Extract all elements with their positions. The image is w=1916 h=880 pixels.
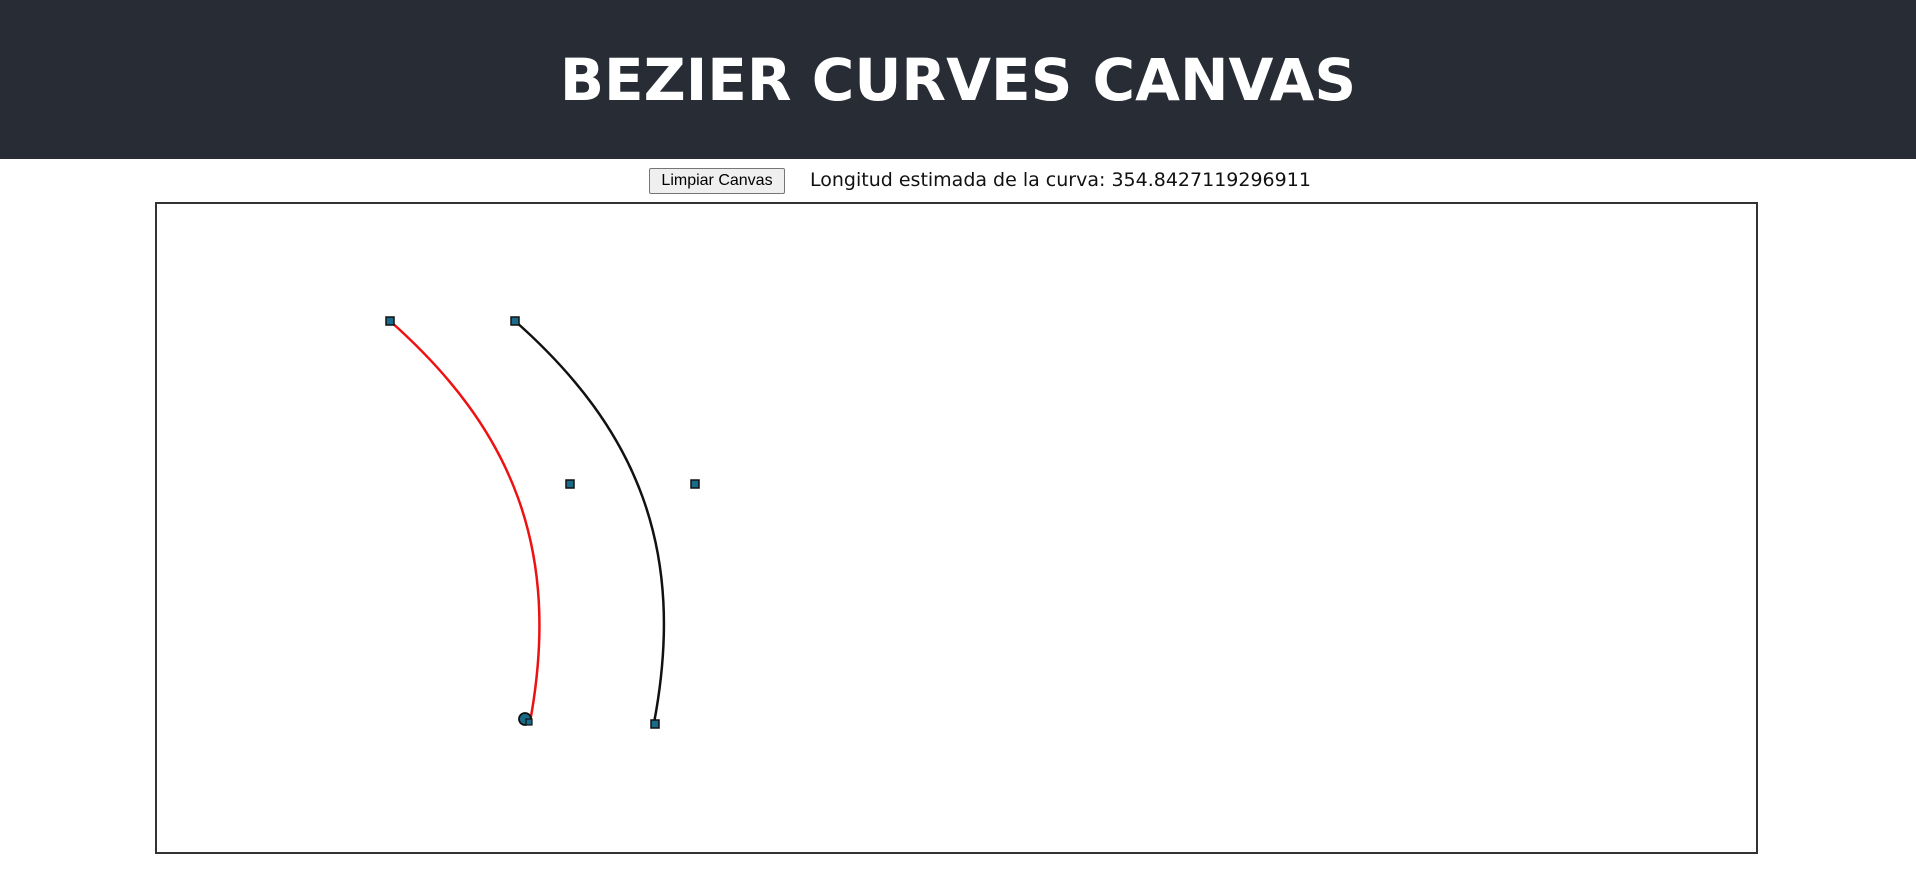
canvas-surface[interactable]: [157, 204, 1756, 852]
drawing-canvas[interactable]: [155, 202, 1758, 854]
page-title: BEZIER CURVES CANVAS: [559, 45, 1357, 114]
clear-canvas-button[interactable]: Limpiar Canvas: [649, 168, 785, 194]
curve-length-label: Longitud estimada de la curva:: [810, 169, 1112, 191]
control-point-handle[interactable]: [690, 479, 700, 489]
control-point-handle[interactable]: [510, 316, 520, 326]
toolbar: Limpiar Canvas Longitud estimada de la c…: [0, 168, 1916, 194]
bezier-curve-selected[interactable]: [389, 320, 541, 723]
control-point-handle-active[interactable]: [518, 712, 533, 726]
control-point-handle[interactable]: [565, 479, 575, 489]
control-point-handle[interactable]: [385, 316, 395, 326]
curve-length-readout: Longitud estimada de la curva: 354.84271…: [810, 169, 1311, 191]
page-header: BEZIER CURVES CANVAS: [0, 0, 1916, 159]
control-point-handle[interactable]: [650, 719, 660, 729]
curve-length-value: 354.8427119296911: [1111, 169, 1311, 191]
